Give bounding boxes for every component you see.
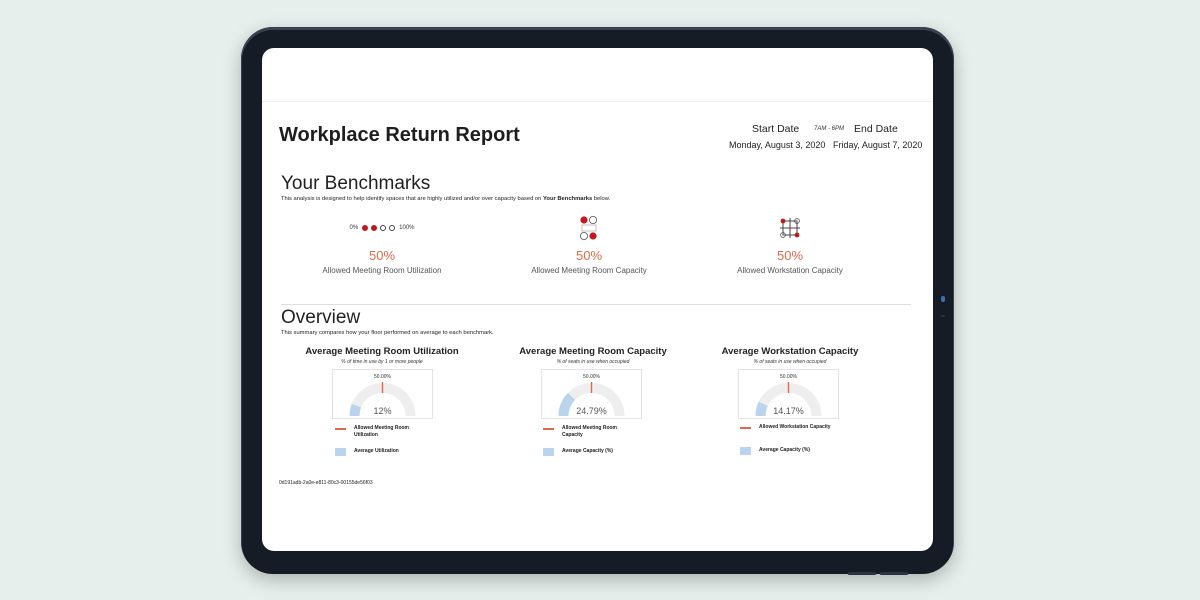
benchmarks-desc-text: This analysis is designed to help identi…: [281, 196, 543, 202]
gauge-value-label: 14.17%: [773, 406, 804, 416]
scale-dot-empty: [380, 225, 387, 231]
legend-benchmark: Allowed Meeting Room Utilization: [335, 425, 430, 439]
overview-card-meeting-room-utilization: Average Meeting Room Utilization % of ti…: [272, 346, 492, 365]
time-range: 7AM - 6PM: [814, 126, 845, 132]
legend-line-swatch: [543, 428, 554, 430]
tablet-side-button: [941, 315, 945, 317]
legend-benchmark-label: Allowed Meeting Room Capacity: [562, 425, 617, 438]
benchmark-value: 50%: [776, 248, 804, 263]
benchmark-meeting-room-utilization: 0% 100% 50% Allowed Meeting Room Utiliza…: [272, 214, 492, 275]
scale-min-label: 0%: [349, 225, 359, 231]
benchmark-label: Allowed Workstation Capacity: [737, 266, 843, 275]
scale-dot-filled: [371, 225, 378, 231]
scale-dot-filled: [362, 225, 369, 231]
overview-card-subtitle: % of seats in use when occupied: [753, 359, 827, 365]
overview-title: Overview: [281, 307, 361, 328]
overview-card-title: Average Meeting Room Capacity: [519, 346, 667, 357]
scale-dots: [362, 225, 396, 231]
start-date-value: Monday, August 3, 2020: [729, 140, 826, 150]
benchmark-value: 50%: [368, 248, 396, 263]
section-divider: [281, 304, 911, 305]
gauge-value-label: 24.79%: [576, 406, 607, 416]
overview-card-subtitle: % of time in use by 1 or more people: [341, 359, 423, 365]
benchmarks-description: This analysis is designed to help identi…: [281, 196, 610, 202]
end-date-value: Friday, August 7, 2020: [833, 140, 923, 150]
gauge-panel: 50.00% 12%: [332, 369, 433, 419]
legend-benchmark: Allowed Workstation Capacity: [740, 424, 835, 431]
utilization-dots-icon: 0% 100%: [272, 214, 492, 242]
gauge-chart: 50.00% 12%: [349, 374, 416, 417]
legend-box-swatch: [335, 448, 346, 456]
gauge-benchmark-label: 50.00%: [780, 374, 798, 380]
overview-card-meeting-room-capacity: Average Meeting Room Capacity % of seats…: [483, 346, 703, 365]
report-screen: Workplace Return Report Start Date 7AM -…: [262, 48, 933, 551]
legend-box-swatch: [543, 448, 554, 456]
workstation-grid-icon: [680, 214, 900, 242]
tablet-volume-button: [848, 572, 876, 575]
legend-average: Average Capacity (%): [740, 447, 835, 455]
gauge-benchmark-label: 50.00%: [374, 374, 392, 380]
gauge-chart: 50.00% 14.17%: [755, 374, 822, 417]
gauge-value-arc: [755, 401, 768, 417]
legend-box-swatch: [740, 447, 751, 455]
gauge-value-arc: [558, 392, 576, 417]
tablet-volume-button: [880, 572, 908, 575]
overview-card-subtitle: % of seats in use when occupied: [556, 359, 630, 365]
benchmark-meeting-room-capacity: 50% Allowed Meeting Room Capacity: [479, 214, 699, 275]
meeting-capacity-icon-svg: [580, 216, 597, 240]
gauge-panel: 50.00% 24.79%: [541, 369, 642, 419]
meeting-capacity-icon: [479, 214, 699, 242]
gauge-panel: 50.00% 14.17%: [738, 369, 839, 419]
gauge-benchmark-label: 50.00%: [583, 374, 601, 380]
benchmarks-desc-bold: Your Benchmarks: [542, 196, 593, 202]
gauge-value-label: 12%: [373, 406, 391, 416]
tablet-side-button: [941, 296, 945, 302]
overview-card-title: Average Meeting Room Utilization: [305, 346, 459, 357]
legend-average: Average Capacity (%): [543, 448, 638, 456]
legend-average-label: Average Capacity (%): [759, 447, 810, 453]
benchmark-label: Allowed Meeting Room Capacity: [531, 266, 647, 275]
overview-card-title: Average Workstation Capacity: [721, 346, 859, 357]
scale-dot-empty: [389, 225, 396, 231]
overview-card-workstation-capacity: Average Workstation Capacity % of seats …: [680, 346, 900, 365]
workstation-grid-icon-svg: [780, 218, 800, 238]
legend-benchmark-label: Allowed Workstation Capacity: [759, 424, 831, 430]
gauge-chart: 50.00% 24.79%: [558, 374, 625, 417]
report-title: Workplace Return Report: [279, 124, 520, 146]
top-bar: [262, 48, 933, 102]
start-date-label: Start Date: [752, 123, 800, 135]
benchmarks-desc-text-end: below.: [592, 196, 611, 202]
legend-average-label: Average Capacity (%): [562, 448, 613, 454]
overview-description: This summary compares how your floor per…: [281, 330, 494, 336]
benchmark-label: Allowed Meeting Room Utilization: [322, 266, 442, 275]
gauge-value-arc: [349, 403, 362, 417]
benchmark-workstation-capacity: 50% Allowed Workstation Capacity: [680, 214, 900, 275]
legend-line-swatch: [740, 427, 751, 429]
scale-max-label: 100%: [399, 225, 415, 231]
end-date-label: End Date: [854, 123, 898, 135]
benchmarks-title: Your Benchmarks: [281, 173, 431, 194]
legend-average: Average Utilization: [335, 448, 430, 456]
report-id: 0d191adb-2a0e-e811-80c3-00155de56f03: [279, 480, 373, 486]
legend-average-label: Average Utilization: [354, 448, 399, 454]
utilization-scale: 0% 100%: [349, 225, 415, 231]
legend-benchmark: Allowed Meeting Room Capacity: [543, 425, 638, 439]
benchmark-value: 50%: [575, 248, 603, 263]
legend-benchmark-label: Allowed Meeting Room Utilization: [354, 425, 409, 438]
legend-line-swatch: [335, 428, 346, 430]
